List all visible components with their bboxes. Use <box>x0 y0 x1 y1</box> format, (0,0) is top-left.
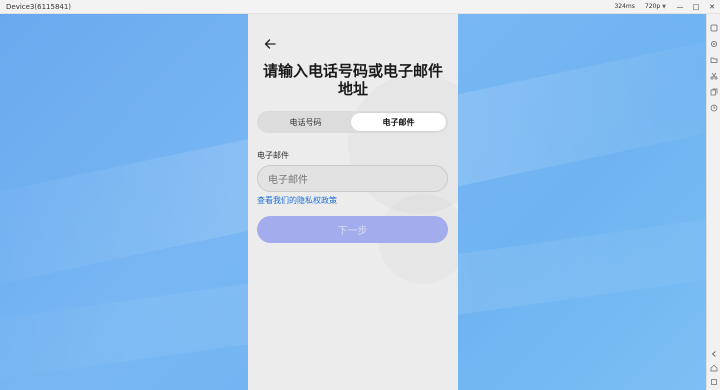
scissors-icon[interactable] <box>707 70 720 82</box>
email-field[interactable]: 电子邮件 <box>257 165 448 192</box>
window-title: Device3(6115841) <box>6 2 72 11</box>
next-button[interactable]: 下一步 <box>257 216 448 243</box>
chevron-down-icon[interactable]: ▼ <box>662 4 666 10</box>
settings-icon[interactable] <box>707 22 720 34</box>
close-button[interactable]: ✕ <box>704 3 720 11</box>
contact-method-toggle: 电话号码 电子邮件 <box>257 111 448 133</box>
back-icon[interactable] <box>707 348 720 360</box>
page-title: 请输入电话号码或电子邮件地址 <box>262 62 443 98</box>
folder-icon[interactable] <box>707 54 720 66</box>
arrow-left-icon <box>264 39 276 49</box>
back-button[interactable] <box>264 38 280 52</box>
maximize-button[interactable]: □ <box>688 3 704 11</box>
home-icon[interactable] <box>707 362 720 374</box>
window-titlebar: Device3(6115841) 324ms 720p ▼ — □ ✕ <box>0 0 720 14</box>
privacy-policy-link[interactable]: 查看我们的隐私权政策 <box>257 195 337 206</box>
email-placeholder: 电子邮件 <box>268 175 308 186</box>
recent-apps-icon[interactable] <box>707 376 720 388</box>
tab-email[interactable]: 电子邮件 <box>351 113 446 131</box>
emulator-toolbar <box>706 14 720 390</box>
tab-phone-number[interactable]: 电话号码 <box>259 113 352 131</box>
phone-screen: 请输入电话号码或电子邮件地址 电话号码 电子邮件 电子邮件 电子邮件 查看我们的… <box>248 14 458 390</box>
resolution-selector[interactable]: 720p <box>645 3 660 10</box>
minimize-button[interactable]: — <box>672 3 688 11</box>
history-icon[interactable] <box>707 102 720 114</box>
copy-icon[interactable] <box>707 86 720 98</box>
gear-icon[interactable] <box>707 38 720 50</box>
latency-readout: 324ms <box>614 3 635 10</box>
email-field-label: 电子邮件 <box>257 151 289 160</box>
